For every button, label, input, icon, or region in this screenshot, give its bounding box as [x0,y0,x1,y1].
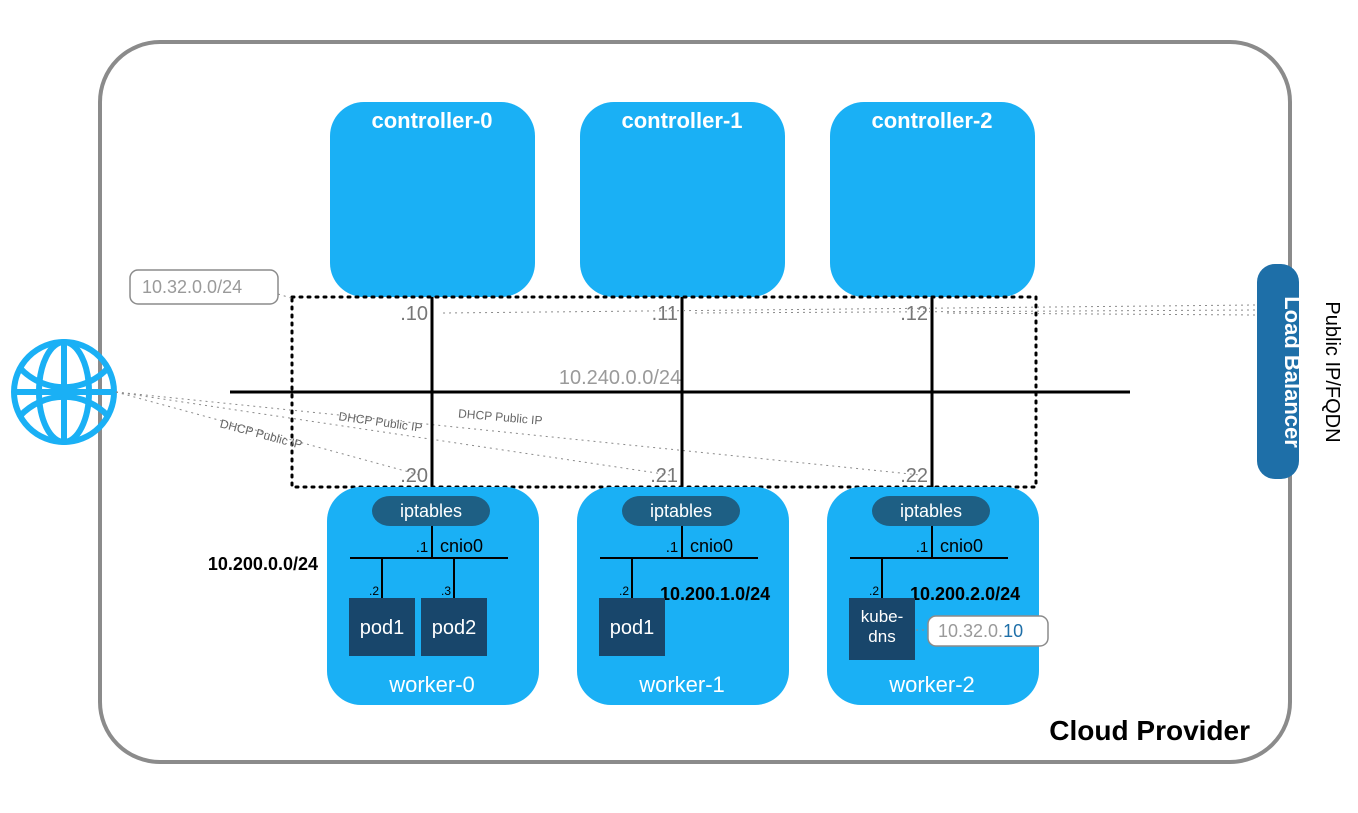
dhcp-label-2: DHCP Public IP [458,406,543,427]
controller-2-ip: .12 [900,303,928,325]
controller-0-ip: .10 [400,303,428,325]
controller-2: controller-2 [830,102,1035,297]
load-balancer-label: Load Balancer [1280,296,1305,448]
lb-line-0 [443,305,1255,313]
cnio-ip: .1 [916,539,929,556]
worker-2-ip: .22 [900,465,928,487]
worker-2: iptables .1 cnio0 10.200.2.0/24 .2 kube-… [827,487,1039,705]
cnio-if: cnio0 [440,536,483,556]
svg-text:.2: .2 [369,584,379,598]
cnio-ip: .1 [666,539,679,556]
service-subnet-text: 10.32.0.0/24 [142,277,242,297]
globe-icon [14,342,114,442]
svg-text:.2: .2 [869,584,879,598]
cnio-if: cnio0 [940,536,983,556]
controller-title: controller-0 [371,108,492,133]
pod-cidr-0: 10.200.0.0/24 [208,554,318,574]
cnio-if: cnio0 [690,536,733,556]
svg-text:kube-: kube- [861,607,904,626]
worker-1: iptables .1 cnio0 10.200.1.0/24 .2 pod1 … [577,487,789,705]
pod: pod2 [432,617,477,639]
lb-line-1 [693,310,1255,313]
pod: pod1 [360,617,405,639]
worker-0-ip: .20 [400,465,428,487]
bus-subnet: 10.240.0.0/24 [559,367,681,389]
pod: pod1 [610,617,655,639]
iptables-badge: iptables [900,501,962,521]
controller-1-ip: .11 [652,303,678,325]
iptables-badge: iptables [650,501,712,521]
worker-0: iptables .1 cnio0 10.200.0.0/24 .2 .3 po… [208,487,539,705]
controller-1: controller-1 [580,102,785,297]
kubedns-ip: 10.32.0.10 [938,621,1023,641]
worker-1-ip: .21 [650,465,678,487]
dhcp-line-1 [116,392,670,475]
diagram-canvas: Cloud Provider controller-0 controller-1… [0,0,1358,813]
controller-title: controller-1 [621,108,742,133]
public-ip-label: Public IP/FQDN [1321,301,1343,442]
dhcp-label-1: DHCP Public IP [338,409,424,435]
cnio-ip: .1 [416,539,429,556]
lb-line-2 [943,313,1255,315]
svg-text:.3: .3 [441,584,451,598]
worker-label: worker-2 [888,672,975,697]
pod-cidr-2: 10.200.2.0/24 [910,584,1020,604]
svg-text:.2: .2 [619,584,629,598]
iptables-badge: iptables [400,501,462,521]
worker-label: worker-1 [638,672,725,697]
svg-text:dns: dns [868,627,895,646]
cloud-label: Cloud Provider [1049,715,1250,746]
controller-title: controller-2 [871,108,992,133]
controller-0: controller-0 [330,102,535,297]
worker-label: worker-0 [388,672,475,697]
pod-cidr-1: 10.200.1.0/24 [660,584,770,604]
